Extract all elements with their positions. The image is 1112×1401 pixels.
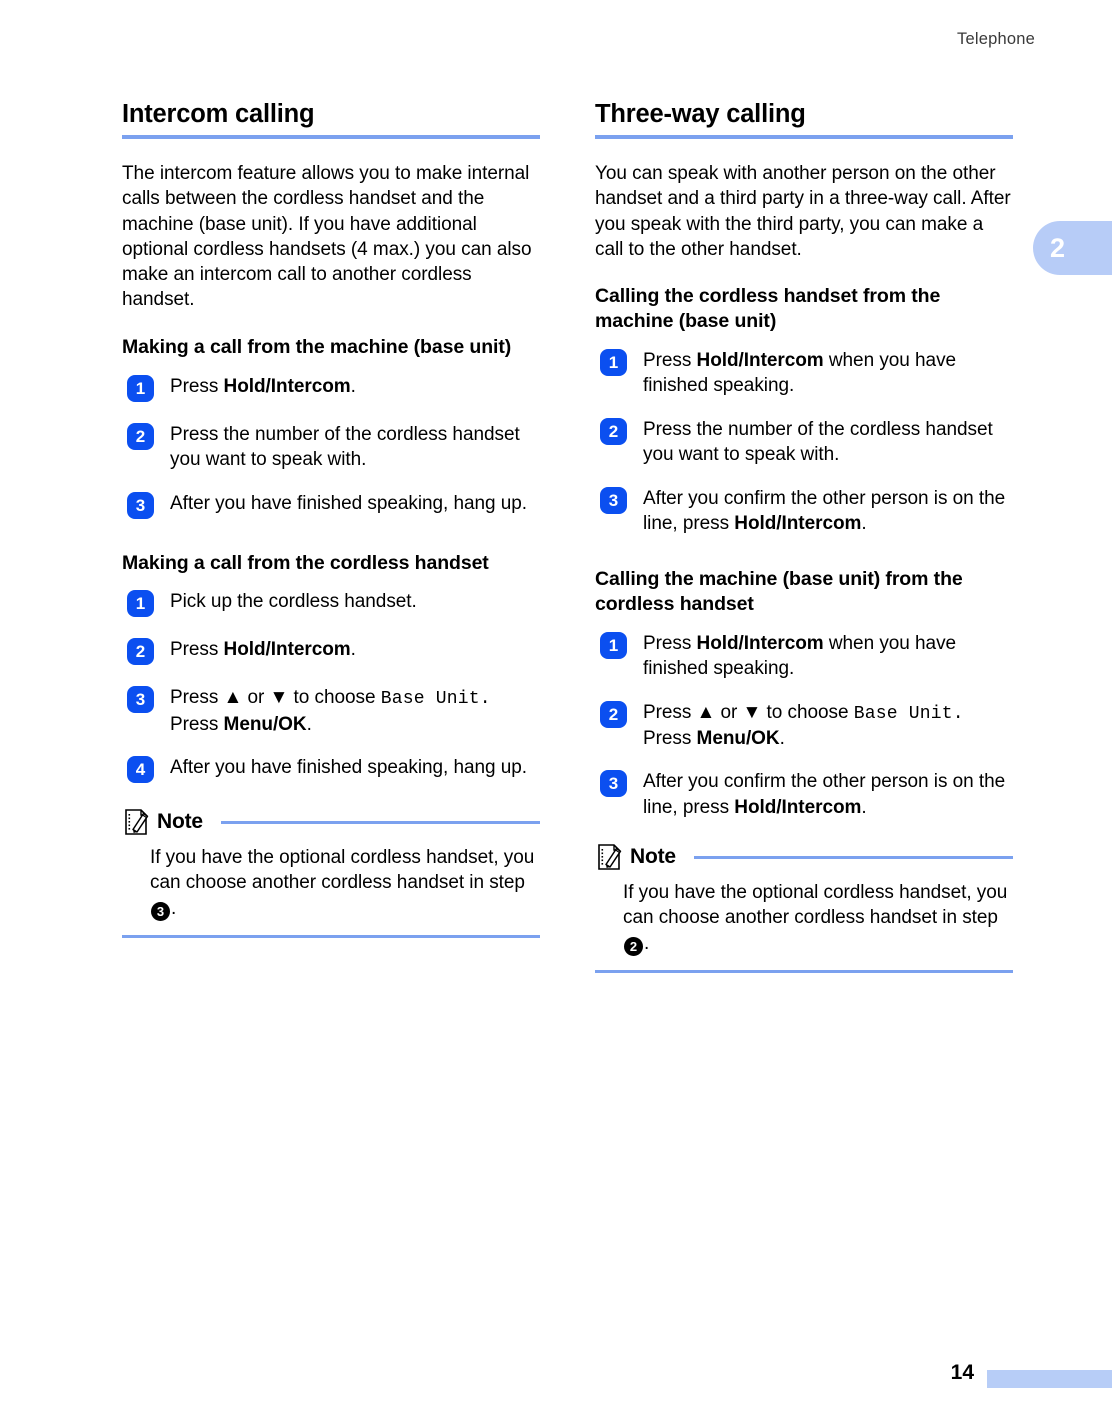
note-header: Note xyxy=(122,805,540,839)
list-item: 3 After you confirm the other person is … xyxy=(595,769,1013,820)
list-item: 2 Press the number of the cordless hands… xyxy=(122,422,540,473)
key-name: Menu/OK xyxy=(223,713,307,735)
step-badge: 2 xyxy=(600,417,627,445)
section-title-three-way-calling: Three-way calling xyxy=(595,100,806,128)
step-text-pre: Press xyxy=(643,632,697,654)
left-column: Intercom calling The intercom feature al… xyxy=(122,100,540,938)
step-badge: 2 xyxy=(600,700,627,728)
note-pencil-icon xyxy=(595,842,625,872)
step-text-pre: Press ▲ or ▼ to choose xyxy=(643,701,854,723)
list-item: 3 After you have finished speaking, hang… xyxy=(122,491,540,521)
lcd-menu-value: Base Unit. xyxy=(853,703,964,724)
step-text-pre: Pick up the cordless handset. xyxy=(170,591,417,613)
list-item: 3 After you confirm the other person is … xyxy=(595,486,1013,537)
lcd-menu-value: Base Unit. xyxy=(380,689,491,710)
list-item: 2 Press ▲ or ▼ to choose Base Unit. Pres… xyxy=(595,700,1013,752)
note-pencil-icon xyxy=(122,807,152,837)
note-text-before: If you have the optional cordless handse… xyxy=(623,882,1008,929)
step-text-post: . xyxy=(306,713,312,735)
note-block: Note If you have the optional cordless h… xyxy=(122,805,540,938)
note-text: If you have the optional cordless handse… xyxy=(150,845,540,921)
step-text-post: . xyxy=(350,639,356,661)
step-badge: 1 xyxy=(127,374,154,402)
list-item: 1 Press Hold/Intercom. xyxy=(122,374,540,404)
step-text-pre: Press xyxy=(643,350,697,372)
title-underline-rule xyxy=(595,135,1013,140)
step-badge: 2 xyxy=(127,422,154,450)
subsection-title-making-call-handset: Making a call from the cordless handset xyxy=(122,551,489,574)
step-text-pre: Press the number of the cordless handset… xyxy=(643,418,993,466)
key-name: Hold/Intercom xyxy=(696,350,824,372)
subsection-title-calling-machine-from-handset: Calling the machine (base unit) from the… xyxy=(595,567,963,615)
list-item: 1 Press Hold/Intercom when you have fini… xyxy=(595,348,1013,399)
step-badge: 1 xyxy=(127,590,154,618)
key-name: Hold/Intercom xyxy=(734,513,862,535)
step-badge: 3 xyxy=(127,491,154,519)
step-text-post: . xyxy=(861,796,867,818)
step-badge: 3 xyxy=(600,770,627,798)
step-list-making-call-handset: 1 Pick up the cordless handset. 2 Press … xyxy=(122,589,540,785)
step-text-post: . xyxy=(350,375,356,397)
list-item: 2 Press the number of the cordless hands… xyxy=(595,417,1013,468)
intro-paragraph: You can speak with another person on the… xyxy=(595,163,1011,260)
footer-accent-bar xyxy=(987,1370,1112,1388)
step-text-post: . xyxy=(861,513,867,535)
step-list-calling-machine-from-handset: 1 Press Hold/Intercom when you have fini… xyxy=(595,631,1013,820)
page-number: 14 xyxy=(950,1361,974,1384)
step-text-pre: After you have finished speaking, hang u… xyxy=(170,492,528,514)
step-reference-badge: 2 xyxy=(624,936,643,956)
step-list-making-call-machine: 1 Press Hold/Intercom. 2 Press the numbe… xyxy=(122,374,540,521)
key-name: Hold/Intercom xyxy=(696,632,824,654)
page-title: Intercom calling xyxy=(122,100,315,128)
note-text-after: . xyxy=(644,932,650,954)
step-badge: 3 xyxy=(600,486,627,514)
running-header: Telephone xyxy=(0,30,1035,49)
subsection-title-making-call-machine: Making a call from the machine (base uni… xyxy=(122,335,512,358)
note-footer-rule xyxy=(595,969,1013,973)
step-badge: 1 xyxy=(600,349,627,377)
note-text-after: . xyxy=(171,897,177,919)
note-label: Note xyxy=(157,810,203,834)
note-text: If you have the optional cordless handse… xyxy=(623,880,1013,956)
note-block: Note If you have the optional cordless h… xyxy=(595,840,1013,973)
note-footer-rule xyxy=(122,934,540,938)
subsection-title-calling-handset-from-machine: Calling the cordless handset from the ma… xyxy=(595,285,941,333)
chapter-tab-number: 2 xyxy=(1050,233,1066,263)
note-header: Note xyxy=(595,840,1013,874)
note-label: Note xyxy=(630,845,676,869)
running-header-title: Telephone xyxy=(957,30,1035,48)
key-name: Hold/Intercom xyxy=(734,796,862,818)
step-text-pre: Press xyxy=(170,639,224,661)
step-list-calling-handset-from-machine: 1 Press Hold/Intercom when you have fini… xyxy=(595,348,1013,537)
note-header-rule xyxy=(220,820,540,824)
page-body: Intercom calling The intercom feature al… xyxy=(122,100,1013,1060)
step-badge: 2 xyxy=(127,638,154,666)
title-underline-rule xyxy=(122,135,540,140)
right-column: Three-way calling You can speak with ano… xyxy=(595,100,1013,973)
step-badge: 1 xyxy=(600,631,627,659)
step-text-mid: Press xyxy=(643,727,697,749)
step-text-pre: Press the number of the cordless handset… xyxy=(170,423,520,471)
note-text-before: If you have the optional cordless handse… xyxy=(150,847,535,894)
step-text-pre: After you have finished speaking, hang u… xyxy=(170,757,528,779)
list-item: 4 After you have finished speaking, hang… xyxy=(122,755,540,785)
step-reference-badge: 3 xyxy=(151,901,170,921)
note-header-rule xyxy=(693,855,1013,859)
step-badge: 3 xyxy=(127,686,154,714)
list-item: 1 Pick up the cordless handset. xyxy=(122,589,540,619)
step-text-pre: Press xyxy=(170,375,224,397)
step-text-mid: Press xyxy=(170,713,224,735)
key-name: Hold/Intercom xyxy=(223,639,351,661)
list-item: 3 Press ▲ or ▼ to choose Base Unit. Pres… xyxy=(122,685,540,737)
page-footer: 14 xyxy=(0,1358,1112,1388)
step-text-pre: Press ▲ or ▼ to choose xyxy=(170,687,381,709)
step-text-post: . xyxy=(779,727,785,749)
intro-paragraph: The intercom feature allows you to make … xyxy=(122,163,532,311)
key-name: Hold/Intercom xyxy=(223,375,351,397)
list-item: 1 Press Hold/Intercom when you have fini… xyxy=(595,631,1013,682)
chapter-tab: 2 xyxy=(1033,221,1112,275)
step-badge: 4 xyxy=(127,756,154,784)
key-name: Menu/OK xyxy=(696,727,780,749)
list-item: 2 Press Hold/Intercom. xyxy=(122,637,540,667)
